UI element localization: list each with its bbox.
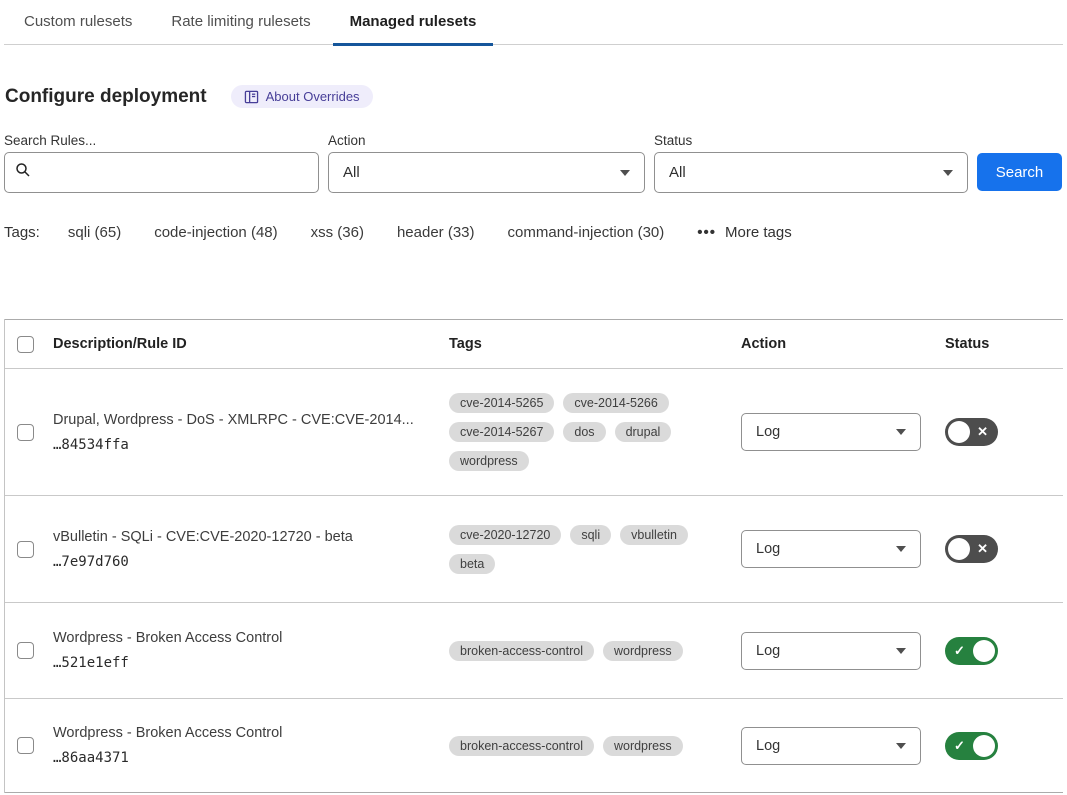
action-filter-select[interactable]: All xyxy=(328,152,645,193)
rule-description: vBulletin - SQLi - CVE:CVE-2020-12720 - … xyxy=(53,529,449,545)
rule-status-toggle[interactable]: ✓ xyxy=(945,732,998,760)
more-tags-label: More tags xyxy=(725,224,792,241)
tag-filter-link[interactable]: sqli (65) xyxy=(68,224,121,241)
page-title: Configure deployment xyxy=(5,86,207,108)
book-icon xyxy=(244,90,259,104)
chevron-down-icon xyxy=(943,170,953,176)
tag-chip: cve-2014-5267 xyxy=(449,422,554,442)
rule-tags: broken-access-control wordpress xyxy=(449,736,741,756)
row-checkbox[interactable] xyxy=(17,424,34,441)
about-overrides-badge[interactable]: About Overrides xyxy=(231,85,373,108)
row-checkbox[interactable] xyxy=(17,642,34,659)
chevron-down-icon xyxy=(896,546,906,552)
rule-action-value: Log xyxy=(756,738,780,754)
rule-id: …7e97d760 xyxy=(53,554,449,570)
tag-chip: vbulletin xyxy=(620,525,688,545)
toggle-state-icon: ✓ xyxy=(954,732,965,760)
rule-tags: broken-access-control wordpress xyxy=(449,641,741,661)
tag-filter-link[interactable]: code-injection (48) xyxy=(154,224,277,241)
rule-status-toggle[interactable]: ✕ xyxy=(945,535,998,563)
status-filter-label: Status xyxy=(654,133,968,148)
toggle-knob xyxy=(973,735,995,757)
search-button[interactable]: Search xyxy=(977,153,1062,191)
tab-managed-rulesets[interactable]: Managed rulesets xyxy=(333,13,494,44)
ruleset-tabbar: Custom rulesets Rate limiting rulesets M… xyxy=(4,0,1063,45)
tag-chip: cve-2020-12720 xyxy=(449,525,561,545)
table-header-row: Description/Rule ID Tags Action Status xyxy=(5,319,1063,369)
rule-status-toggle[interactable]: ✓ xyxy=(945,637,998,665)
search-icon xyxy=(15,162,31,183)
rule-action-select[interactable]: Log xyxy=(741,413,921,451)
table-row: Wordpress - Broken Access Control …521e1… xyxy=(5,603,1063,699)
tag-chip: dos xyxy=(563,422,605,442)
chevron-down-icon xyxy=(896,743,906,749)
search-rules-input[interactable] xyxy=(39,165,308,181)
toggle-knob xyxy=(973,640,995,662)
row-checkbox[interactable] xyxy=(17,541,34,558)
toggle-knob xyxy=(948,538,970,560)
rule-id: …521e1eff xyxy=(53,655,449,671)
status-filter-select[interactable]: All xyxy=(654,152,968,193)
chevron-down-icon xyxy=(620,170,630,176)
search-rules-box xyxy=(4,152,319,193)
badge-label: About Overrides xyxy=(266,89,360,104)
col-description: Description/Rule ID xyxy=(53,336,449,352)
tags-bar: Tags: sqli (65) code-injection (48) xss (3… xyxy=(4,224,1063,241)
rule-tags: cve-2014-5265 cve-2014-5266 cve-2014-5267 d… xyxy=(449,393,741,471)
col-action: Action xyxy=(741,336,945,352)
toggle-state-icon: ✕ xyxy=(977,535,988,563)
chevron-down-icon xyxy=(896,429,906,435)
table-row: Drupal, Wordpress - DoS - XMLRPC - CVE:C… xyxy=(5,369,1063,496)
status-filter-value: All xyxy=(669,164,686,181)
action-filter-value: All xyxy=(343,164,360,181)
tag-chip: drupal xyxy=(615,422,672,442)
table-row: vBulletin - SQLi - CVE:CVE-2020-12720 - … xyxy=(5,496,1063,603)
select-all-checkbox[interactable] xyxy=(17,336,34,353)
tag-filter-link[interactable]: xss (36) xyxy=(311,224,364,241)
tag-filter-link[interactable]: command-injection (30) xyxy=(508,224,665,241)
toggle-state-icon: ✓ xyxy=(954,637,965,665)
tag-chip: cve-2014-5266 xyxy=(563,393,668,413)
tag-chip: broken-access-control xyxy=(449,641,594,661)
tab-custom-rulesets[interactable]: Custom rulesets xyxy=(7,13,149,44)
rule-description: Wordpress - Broken Access Control xyxy=(53,725,449,741)
rule-description: Wordpress - Broken Access Control xyxy=(53,630,449,646)
rule-id: …84534ffa xyxy=(53,437,449,453)
tags-bar-label: Tags: xyxy=(4,224,40,241)
tag-chip: sqli xyxy=(570,525,611,545)
tag-chip: cve-2014-5265 xyxy=(449,393,554,413)
rule-action-value: Log xyxy=(756,643,780,659)
tag-chip: beta xyxy=(449,554,495,574)
ellipsis-icon: ••• xyxy=(697,224,716,241)
rule-status-toggle[interactable]: ✕ xyxy=(945,418,998,446)
action-filter-label: Action xyxy=(328,133,645,148)
col-status: Status xyxy=(945,336,1063,352)
rule-action-value: Log xyxy=(756,541,780,557)
col-tags: Tags xyxy=(449,336,741,352)
tag-chip: broken-access-control xyxy=(449,736,594,756)
tag-links: sqli (65) code-injection (48) xss (36) head… xyxy=(68,224,697,241)
tag-chip: wordpress xyxy=(603,736,683,756)
more-tags-button[interactable]: ••• More tags xyxy=(697,224,791,241)
table-body: Drupal, Wordpress - DoS - XMLRPC - CVE:C… xyxy=(5,369,1063,793)
rule-action-select[interactable]: Log xyxy=(741,530,921,568)
rule-id: …86aa4371 xyxy=(53,750,449,766)
row-checkbox[interactable] xyxy=(17,737,34,754)
tab-rate-limiting-rulesets[interactable]: Rate limiting rulesets xyxy=(154,13,327,44)
rules-table: Description/Rule ID Tags Action Status D… xyxy=(4,319,1063,793)
rule-tags: cve-2020-12720 sqli vbulletin beta xyxy=(449,525,741,574)
table-row: Wordpress - Broken Access Control …86aa4… xyxy=(5,699,1063,793)
managed-rulesets-page: Custom rulesets Rate limiting rulesets M… xyxy=(0,0,1067,793)
tag-chip: wordpress xyxy=(603,641,683,661)
rule-action-select[interactable]: Log xyxy=(741,727,921,765)
search-rules-label: Search Rules... xyxy=(4,133,319,148)
chevron-down-icon xyxy=(896,648,906,654)
rule-action-select[interactable]: Log xyxy=(741,632,921,670)
tag-chip: wordpress xyxy=(449,451,529,471)
rule-description: Drupal, Wordpress - DoS - XMLRPC - CVE:C… xyxy=(53,412,449,428)
tag-filter-link[interactable]: header (33) xyxy=(397,224,475,241)
toggle-state-icon: ✕ xyxy=(977,418,988,446)
rule-action-value: Log xyxy=(756,424,780,440)
toggle-knob xyxy=(948,421,970,443)
